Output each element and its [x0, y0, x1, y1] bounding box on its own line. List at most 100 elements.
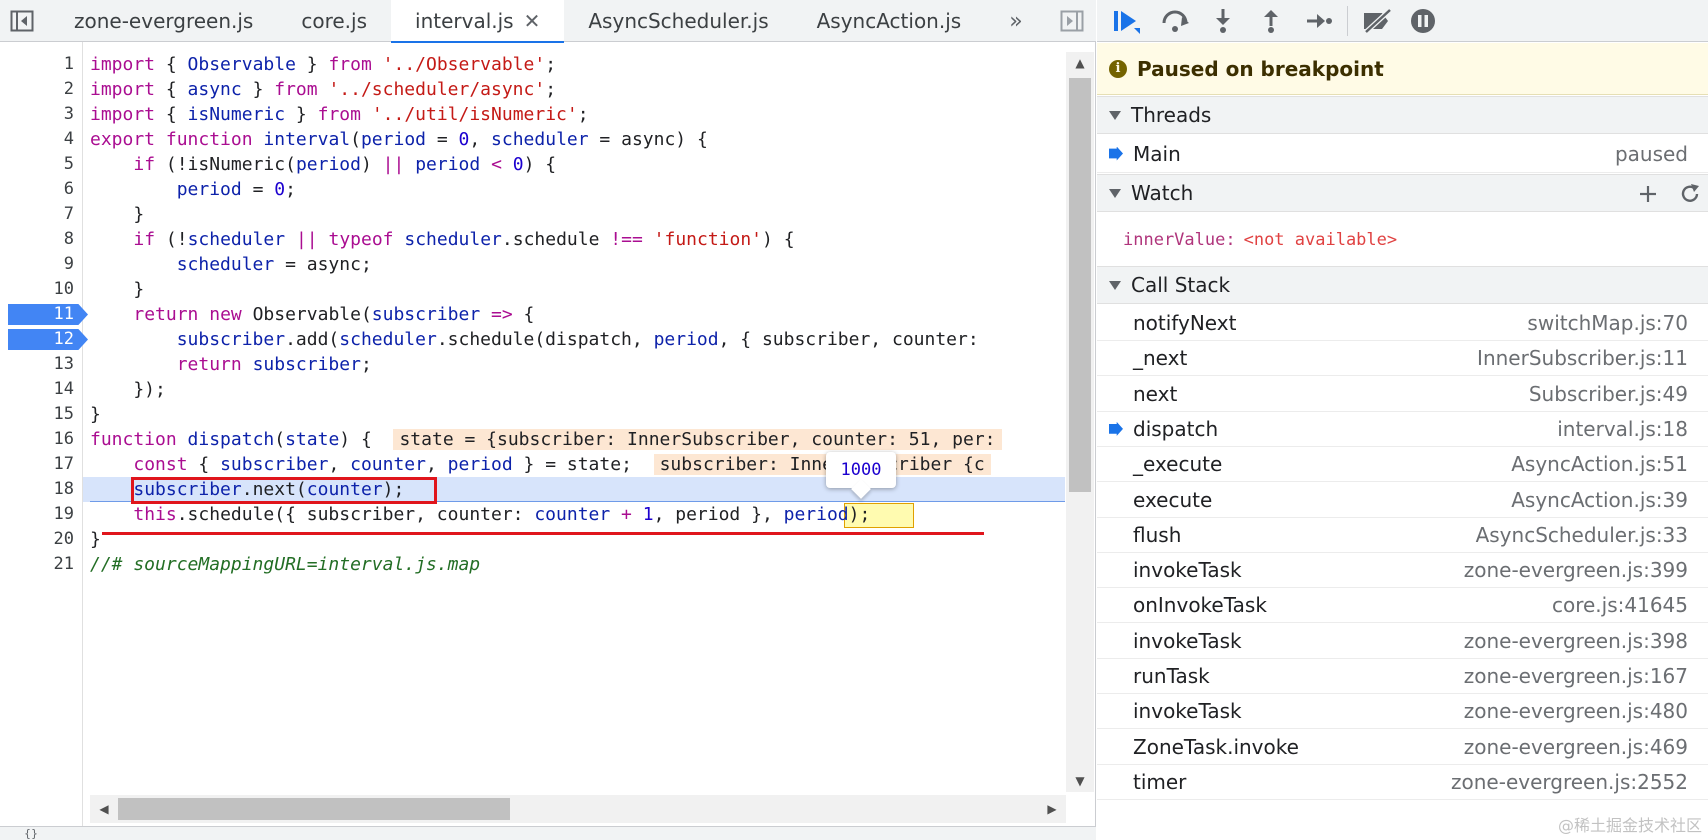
- call-frame-row[interactable]: invokeTask zone-evergreen.js:480: [1097, 694, 1708, 730]
- call-frame-row[interactable]: execute AsyncAction.js:39: [1097, 483, 1708, 518]
- code-line[interactable]: }: [90, 527, 101, 552]
- line-number[interactable]: 16: [0, 427, 78, 452]
- call-frame-row[interactable]: _execute AsyncAction.js:51: [1097, 447, 1708, 483]
- scroll-down-icon[interactable]: ▼: [1066, 770, 1094, 792]
- scroll-up-icon[interactable]: ▲: [1066, 52, 1094, 74]
- code-line[interactable]: });: [90, 377, 166, 402]
- horizontal-scroll-thumb[interactable]: [118, 798, 510, 820]
- call-frame-row[interactable]: next Subscriber.js:49: [1097, 377, 1708, 412]
- line-number[interactable]: 2: [0, 77, 78, 102]
- call-frame-location[interactable]: zone-evergreen.js:398: [1464, 629, 1688, 653]
- code-line[interactable]: //# sourceMappingURL=interval.js.map: [90, 552, 480, 577]
- code-line[interactable]: this.schedule({ subscriber, counter: cou…: [90, 502, 870, 527]
- toggle-debugger-button[interactable]: [1052, 0, 1092, 42]
- code-content[interactable]: import { Observable } from '../Observabl…: [90, 52, 1065, 792]
- call-frame-row[interactable]: notifyNext switchMap.js:70: [1097, 306, 1708, 341]
- tab-core[interactable]: core.js: [277, 0, 391, 42]
- tab-zone-evergreen[interactable]: zone-evergreen.js: [50, 0, 277, 42]
- call-frame-location[interactable]: zone-evergreen.js:167: [1464, 664, 1688, 688]
- line-number[interactable]: 4: [0, 127, 78, 152]
- line-number[interactable]: 3: [0, 102, 78, 127]
- code-line[interactable]: import { async } from '../scheduler/asyn…: [90, 77, 556, 102]
- line-number[interactable]: 15: [0, 402, 78, 427]
- call-frame-location[interactable]: core.js:41645: [1552, 593, 1688, 617]
- tab-async-action[interactable]: AsyncAction.js: [793, 0, 986, 42]
- line-number[interactable]: 7: [0, 202, 78, 227]
- scroll-right-icon[interactable]: ▶: [1038, 795, 1066, 823]
- code-line[interactable]: period = 0;: [90, 177, 296, 202]
- pretty-print-indicator[interactable]: {}: [24, 827, 38, 840]
- watch-expression-row[interactable]: innerValue: <not available>: [1097, 213, 1708, 267]
- code-line[interactable]: if (!scheduler || typeof scheduler.sched…: [90, 227, 794, 252]
- call-frame-row[interactable]: invokeTask zone-evergreen.js:398: [1097, 624, 1708, 659]
- line-number[interactable]: 12: [0, 327, 78, 352]
- call-frame-row[interactable]: flush AsyncScheduler.js:33: [1097, 518, 1708, 553]
- line-number[interactable]: 14: [0, 377, 78, 402]
- line-number[interactable]: 13: [0, 352, 78, 377]
- step-out-button[interactable]: [1253, 4, 1289, 38]
- line-number[interactable]: 17: [0, 452, 78, 477]
- step-button[interactable]: [1301, 4, 1337, 38]
- line-number[interactable]: 8: [0, 227, 78, 252]
- line-number[interactable]: 18: [0, 477, 78, 502]
- step-into-button[interactable]: [1205, 4, 1241, 38]
- horizontal-scrollbar[interactable]: ◀ ▶: [90, 795, 1066, 823]
- line-number[interactable]: 20: [0, 527, 78, 552]
- line-number[interactable]: 10: [0, 277, 78, 302]
- call-frame-row[interactable]: ZoneTask.invoke zone-evergreen.js:469: [1097, 730, 1708, 765]
- code-line[interactable]: import { isNumeric } from '../util/isNum…: [90, 102, 589, 127]
- line-number-gutter[interactable]: 1 2 3 4 5 6 7 8 9 10 11 12 13 14 15 16 17 18 19 20 21: [0, 42, 88, 840]
- call-frame-row[interactable]: onInvokeTask core.js:41645: [1097, 588, 1708, 624]
- call-frame-location[interactable]: AsyncAction.js:39: [1511, 488, 1688, 512]
- line-number[interactable]: 9: [0, 252, 78, 277]
- call-frame-location[interactable]: AsyncScheduler.js:33: [1476, 523, 1688, 547]
- call-frame-location[interactable]: switchMap.js:70: [1527, 311, 1688, 335]
- deactivate-breakpoints-button[interactable]: [1359, 4, 1395, 38]
- code-line[interactable]: import { Observable } from '../Observabl…: [90, 52, 556, 77]
- line-number[interactable]: 21: [0, 552, 78, 577]
- scroll-left-icon[interactable]: ◀: [90, 795, 118, 823]
- pause-on-exceptions-button[interactable]: [1405, 4, 1441, 38]
- code-line[interactable]: export function interval(period = 0, sch…: [90, 127, 708, 152]
- vertical-scrollbar[interactable]: ▲ ▼: [1066, 52, 1094, 792]
- line-number[interactable]: 19: [0, 502, 78, 527]
- call-frame-location[interactable]: zone-evergreen.js:469: [1464, 735, 1688, 759]
- code-line[interactable]: return new Observable(subscriber => {: [90, 302, 534, 327]
- step-over-button[interactable]: [1157, 4, 1193, 38]
- line-number[interactable]: 1: [0, 52, 78, 77]
- refresh-watch-button[interactable]: [1672, 175, 1708, 213]
- call-frame-location[interactable]: Subscriber.js:49: [1529, 382, 1688, 406]
- code-line[interactable]: subscriber.add(scheduler.schedule(dispat…: [90, 327, 990, 352]
- more-tabs-button[interactable]: »: [985, 0, 1043, 42]
- code-line[interactable]: scheduler = async;: [90, 252, 372, 277]
- code-line[interactable]: return subscriber;: [90, 352, 372, 377]
- call-frame-row[interactable]: invokeTask zone-evergreen.js:399: [1097, 553, 1708, 589]
- call-frame-location[interactable]: InnerSubscriber.js:11: [1477, 346, 1688, 370]
- resume-button[interactable]: [1109, 4, 1145, 38]
- call-stack-section-header[interactable]: Call Stack: [1097, 266, 1708, 304]
- call-frame-location[interactable]: zone-evergreen.js:399: [1464, 558, 1688, 582]
- code-line[interactable]: }: [90, 202, 144, 227]
- call-frame-row[interactable]: timer zone-evergreen.js:2552: [1097, 765, 1708, 800]
- line-number[interactable]: 11: [0, 302, 78, 327]
- add-watch-button[interactable]: [1630, 175, 1666, 213]
- code-line[interactable]: if (!isNumeric(period) || period < 0) {: [90, 152, 556, 177]
- call-frame-location[interactable]: interval.js:18: [1557, 417, 1688, 441]
- line-number[interactable]: 6: [0, 177, 78, 202]
- tab-async-scheduler[interactable]: AsyncScheduler.js: [564, 0, 792, 42]
- toggle-navigator-button[interactable]: [2, 0, 42, 42]
- vertical-scroll-thumb[interactable]: [1069, 78, 1091, 492]
- code-line[interactable]: }: [90, 277, 144, 302]
- call-frame-location[interactable]: zone-evergreen.js:480: [1464, 699, 1688, 723]
- call-frame-row[interactable]: dispatch interval.js:18: [1097, 412, 1708, 447]
- code-line[interactable]: }: [90, 402, 101, 427]
- call-frame-location[interactable]: zone-evergreen.js:2552: [1451, 770, 1688, 794]
- close-tab-icon[interactable]: ✕: [524, 9, 541, 33]
- line-number[interactable]: 5: [0, 152, 78, 177]
- threads-section-header[interactable]: Threads: [1097, 96, 1708, 134]
- watch-section-header[interactable]: Watch: [1097, 174, 1708, 212]
- tab-interval[interactable]: interval.js ✕: [391, 0, 565, 43]
- thread-row[interactable]: Main paused: [1097, 135, 1708, 173]
- call-frame-row[interactable]: _next InnerSubscriber.js:11: [1097, 341, 1708, 377]
- code-line[interactable]: function dispatch(state) { state = {subs…: [90, 427, 1002, 452]
